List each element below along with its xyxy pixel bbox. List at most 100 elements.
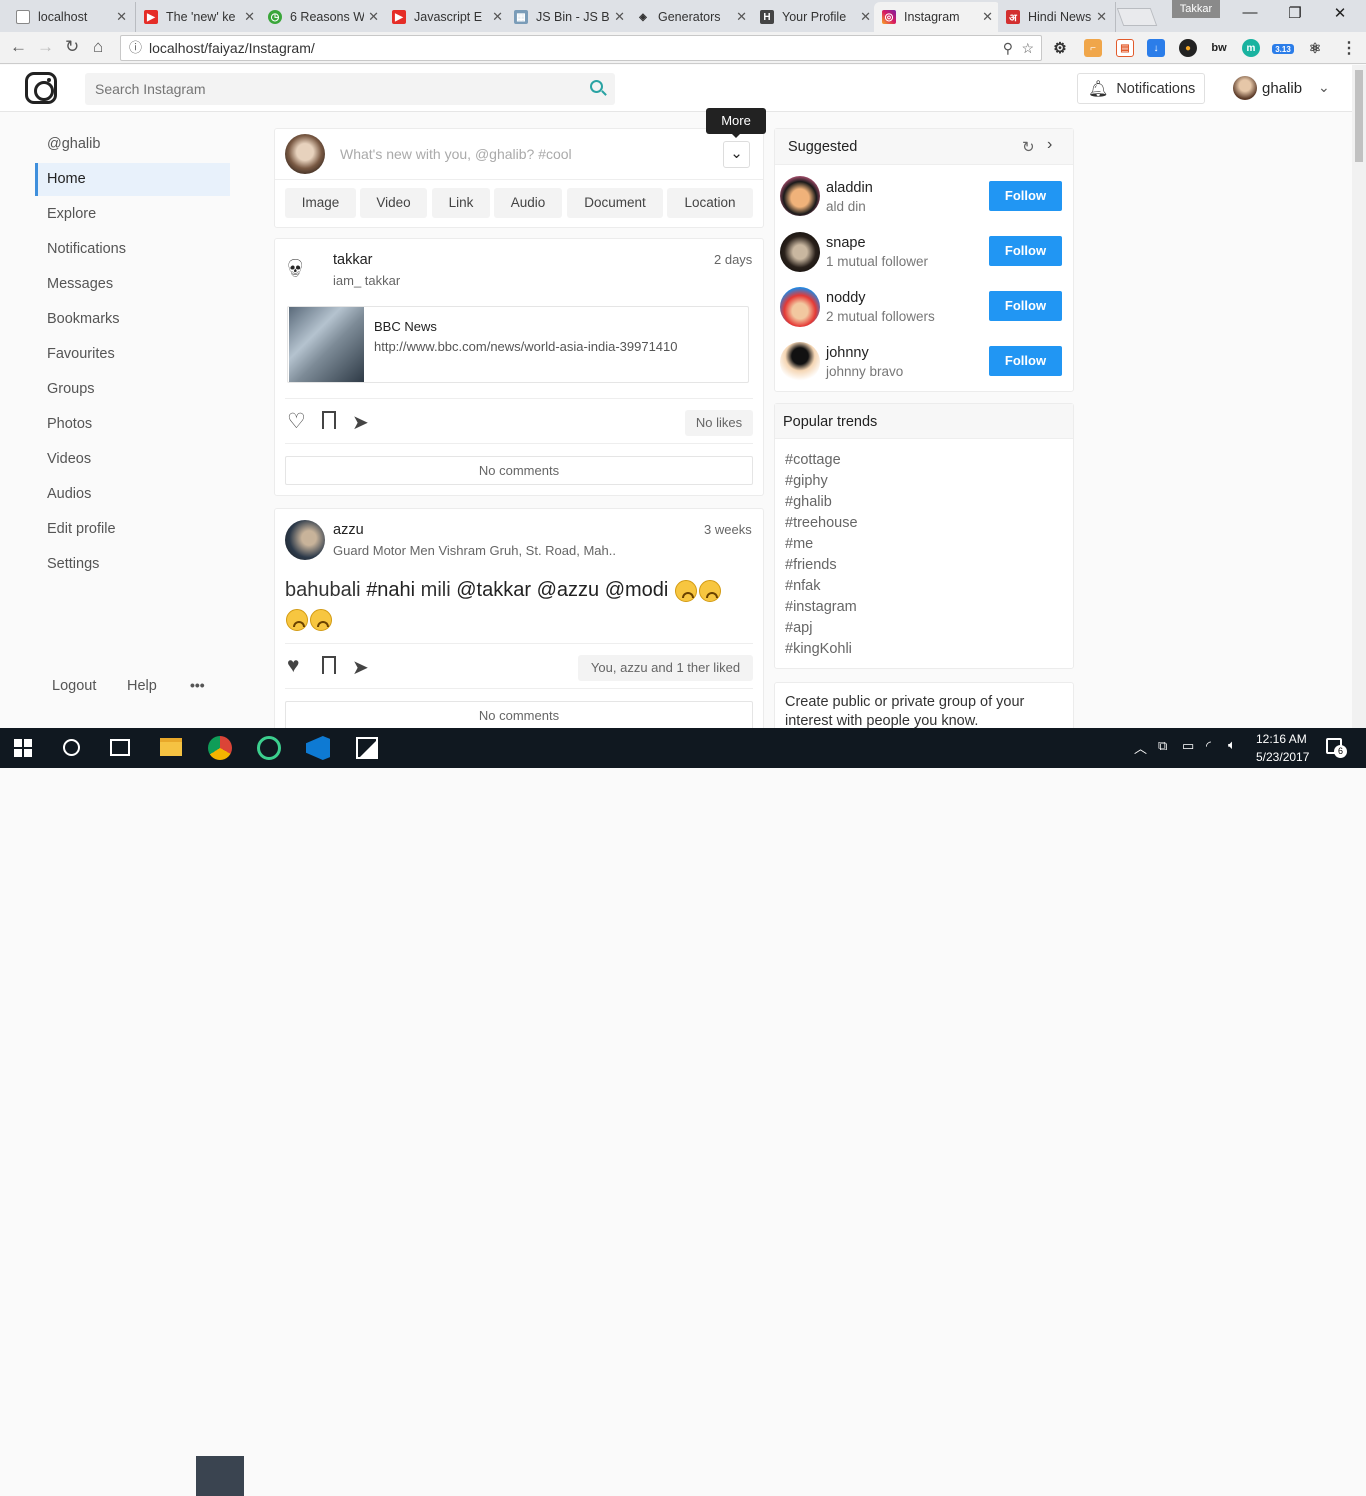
close-icon[interactable]: ✕ [736, 9, 747, 25]
scrollbar-thumb[interactable] [1355, 70, 1363, 162]
mention-link[interactable]: @modi [605, 579, 669, 601]
vscode-icon[interactable] [306, 736, 330, 760]
trend-tag[interactable]: #kingKohli [785, 641, 852, 657]
extension-icon[interactable]: ⚛ [1306, 39, 1324, 57]
task-view-icon[interactable] [110, 739, 130, 756]
bookmark-icon[interactable] [322, 656, 336, 674]
volume-icon[interactable]: 🔈︎ [1228, 737, 1236, 753]
address-bar[interactable]: ⓘ localhost/faiyaz/Instagram/ ⚲ ☆ [120, 35, 1042, 61]
reload-icon[interactable]: ↻ [65, 37, 79, 57]
mention-link[interactable]: @takkar [456, 579, 531, 601]
browser-tab[interactable]: ◈ Generators ✕ [628, 2, 756, 32]
wifi-icon[interactable]: ◜ [1206, 738, 1211, 754]
logout-link[interactable]: Logout [52, 678, 96, 694]
sidebar-item-favourites[interactable]: Favourites [35, 338, 230, 371]
download-icon[interactable]: ↓ [1147, 39, 1165, 57]
composer-link-button[interactable]: Link [432, 188, 490, 218]
suggested-avatar[interactable] [780, 232, 820, 272]
more-options-icon[interactable]: ••• [190, 677, 205, 693]
notifications-button[interactable]: 🔔︎ Notifications [1077, 73, 1205, 104]
instagram-logo-icon[interactable] [25, 72, 57, 104]
search-cortana-icon[interactable] [63, 739, 80, 756]
menu-icon[interactable]: ⋮ [1340, 39, 1358, 57]
extension-icon[interactable]: ⌐ [1084, 39, 1102, 57]
post-username[interactable]: takkar [333, 252, 373, 268]
windows-start-icon[interactable] [14, 739, 32, 757]
file-explorer-icon[interactable] [160, 738, 182, 756]
close-icon[interactable]: ✕ [1096, 9, 1107, 25]
avatar[interactable] [1233, 76, 1257, 100]
clock-date[interactable]: 5/23/2017 [1256, 750, 1309, 764]
suggested-avatar[interactable] [780, 176, 820, 216]
browser-tab[interactable]: localhost ✕ [8, 2, 136, 32]
skull-avatar[interactable]: 💀︎ [288, 252, 302, 285]
trend-tag[interactable]: #instagram [785, 599, 857, 615]
suggested-name[interactable]: johnny [826, 345, 869, 361]
chevron-down-icon[interactable]: ⌄ [723, 141, 750, 168]
atom-icon[interactable] [257, 736, 281, 760]
extension-icon[interactable]: ▤ [1116, 39, 1134, 57]
sidebar-item-settings[interactable]: Settings [35, 548, 230, 581]
home-icon[interactable]: ⌂ [93, 37, 103, 57]
suggested-name[interactable]: snape [826, 235, 866, 251]
bookmark-star-icon[interactable]: ☆ [1021, 36, 1034, 60]
trend-tag[interactable]: #friends [785, 557, 837, 573]
close-icon[interactable]: ✕ [860, 9, 871, 25]
sidebar-item-edit-profile[interactable]: Edit profile [35, 513, 230, 546]
likes-badge[interactable]: No likes [685, 410, 753, 436]
username[interactable]: ghalib [1262, 80, 1302, 97]
suggested-avatar[interactable] [780, 342, 820, 382]
comments-box[interactable]: No comments [285, 456, 753, 485]
sidebar-item-audios[interactable]: Audios [35, 478, 230, 511]
extension-icon[interactable]: m [1242, 39, 1260, 57]
browser-tab[interactable]: H Your Profile ✕ [752, 2, 880, 32]
mention-link[interactable]: @azzu [537, 579, 600, 601]
sidebar-item-explore[interactable]: Explore [35, 198, 230, 231]
photos-icon[interactable] [356, 737, 378, 759]
tray-chevron-up-icon[interactable]: ︿ [1134, 738, 1147, 757]
follow-button[interactable]: Follow [989, 236, 1062, 266]
trend-tag[interactable]: #cottage [785, 452, 841, 468]
composer-image-button[interactable]: Image [285, 188, 356, 218]
sidebar-item-photos[interactable]: Photos [35, 408, 230, 441]
battery-icon[interactable]: ▭ [1182, 738, 1194, 754]
extension-badge[interactable]: 3.13 [1272, 44, 1294, 54]
close-icon[interactable]: ✕ [368, 9, 379, 25]
help-link[interactable]: Help [127, 678, 157, 694]
post-username[interactable]: azzu [333, 522, 364, 538]
link-url[interactable]: http://www.bbc.com/news/world-asia-india… [374, 339, 678, 354]
trend-tag[interactable]: #nfak [785, 578, 820, 594]
trend-tag[interactable]: #treehouse [785, 515, 858, 531]
info-icon[interactable]: ⓘ [129, 36, 142, 60]
window-close-icon[interactable]: ✕ [1320, 4, 1360, 22]
sidebar-item-home[interactable]: Home [35, 163, 230, 196]
key-icon[interactable]: ⚲ [1003, 36, 1013, 60]
chevron-down-icon[interactable]: ⌄ [1318, 79, 1330, 96]
close-icon[interactable]: ✕ [982, 9, 993, 25]
trend-tag[interactable]: #me [785, 536, 813, 552]
gear-icon[interactable]: ⚙ [1051, 39, 1069, 57]
bookmark-icon[interactable] [322, 411, 336, 429]
heart-icon[interactable]: ♡ [287, 409, 306, 434]
sidebar-handle[interactable]: @ghalib [35, 128, 230, 161]
close-icon[interactable]: ✕ [116, 9, 127, 25]
composer-video-button[interactable]: Video [360, 188, 427, 218]
browser-tab[interactable]: अ Hindi News ✕ [998, 2, 1116, 32]
browser-tab[interactable]: ▶ Javascript E ✕ [384, 2, 512, 32]
follow-button[interactable]: Follow [989, 181, 1062, 211]
composer-document-button[interactable]: Document [567, 188, 663, 218]
extension-icon[interactable]: ● [1179, 39, 1197, 57]
browser-tab[interactable]: ◷ 6 Reasons W ✕ [260, 2, 388, 32]
search-icon[interactable] [590, 80, 603, 93]
back-icon[interactable]: ← [10, 37, 27, 57]
sidebar-item-groups[interactable]: Groups [35, 373, 230, 406]
clock-time[interactable]: 12:16 AM [1256, 732, 1307, 746]
likes-badge[interactable]: You, azzu and 1 ther liked [578, 655, 753, 681]
suggested-avatar[interactable] [780, 287, 820, 327]
comments-box[interactable]: No comments [285, 701, 753, 730]
suggested-name[interactable]: noddy [826, 290, 866, 306]
trend-tag[interactable]: #giphy [785, 473, 828, 489]
composer-input[interactable]: What's new with you, @ghalib? #cool [340, 146, 572, 162]
sidebar-item-notifications[interactable]: Notifications [35, 233, 230, 266]
close-icon[interactable]: ✕ [244, 9, 255, 25]
